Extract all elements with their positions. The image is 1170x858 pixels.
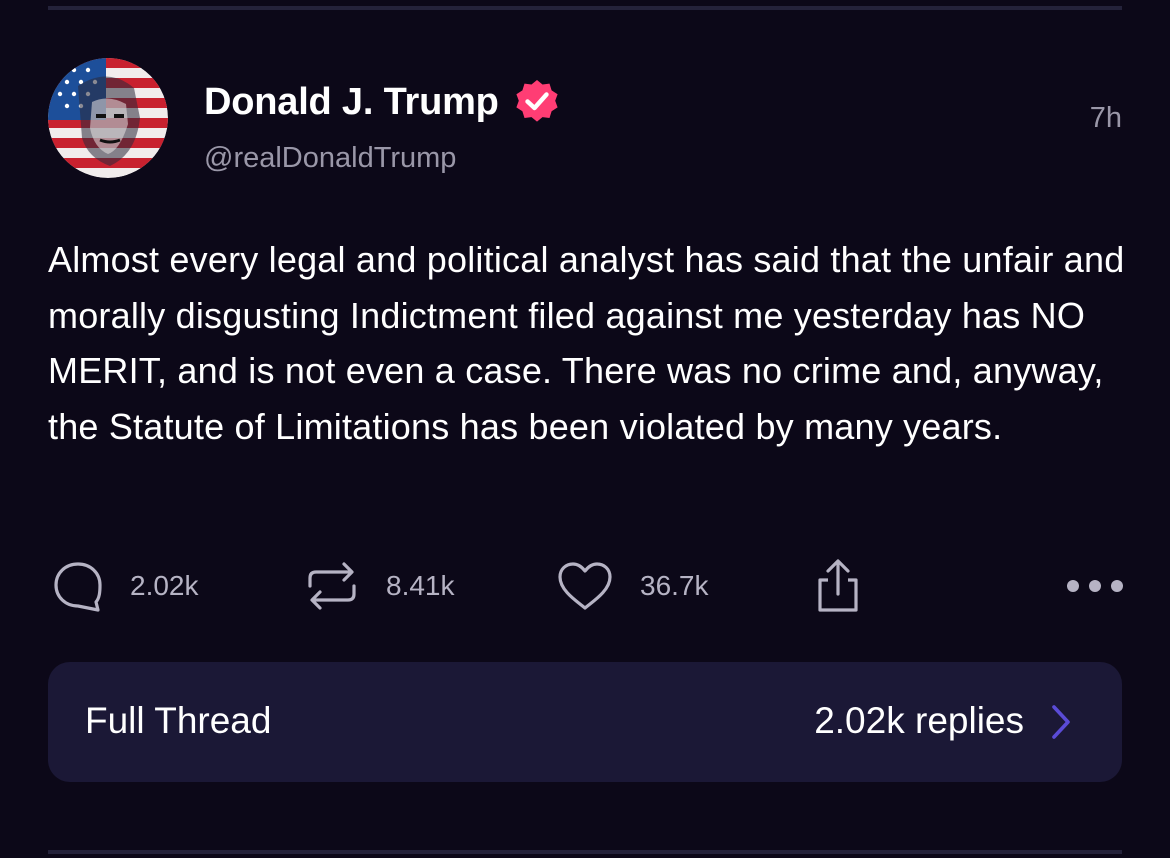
like-count: 36.7k — [640, 570, 709, 601]
verified-badge-icon — [516, 80, 558, 122]
author-row: Donald J. Trump — [204, 78, 561, 126]
reply-count: 2.02k — [130, 570, 199, 601]
full-thread-label: Full Thread — [85, 700, 272, 741]
more-options-button[interactable] — [1066, 574, 1124, 603]
share-icon — [818, 559, 858, 612]
repost-count: 8.41k — [386, 570, 455, 601]
more-icon — [1067, 580, 1123, 592]
post-actions-bar: 2.02k 8.41k 36.7k — [48, 556, 1124, 616]
top-divider — [48, 6, 1122, 10]
thread-replies-count: 2.02k replies — [814, 700, 1024, 741]
avatar[interactable] — [48, 58, 168, 178]
reply-icon — [54, 562, 102, 612]
share-button[interactable] — [814, 556, 862, 616]
post-screen: Donald J. Trump @realDonaldTrump 7h Almo… — [0, 0, 1170, 858]
post-body-text: Almost every legal and political analyst… — [48, 239, 1125, 447]
full-thread-card[interactable]: Full Thread 2.02k replies — [48, 662, 1122, 782]
heart-icon — [558, 562, 612, 610]
display-name[interactable]: Donald J. Trump — [204, 81, 499, 124]
author-handle[interactable]: @realDonaldTrump — [204, 142, 456, 175]
reply-button[interactable]: 2.02k — [52, 556, 199, 616]
like-button[interactable]: 36.7k — [556, 556, 709, 616]
repost-icon — [308, 562, 356, 610]
repost-button[interactable]: 8.41k — [304, 556, 455, 616]
bottom-divider — [48, 850, 1122, 854]
post-timestamp: 7h — [1089, 102, 1122, 134]
chevron-right-icon — [1052, 705, 1070, 739]
